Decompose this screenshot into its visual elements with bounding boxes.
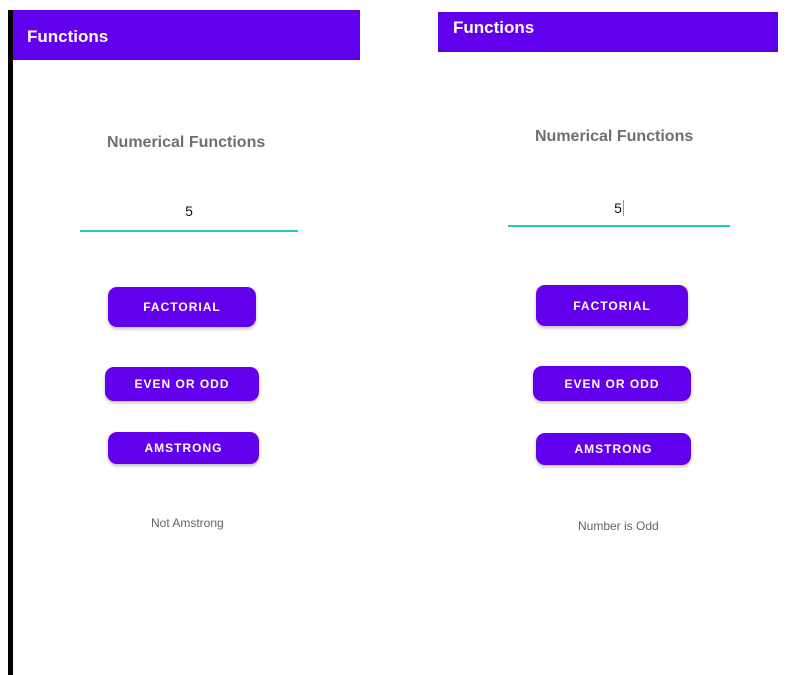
app-title: Functions — [27, 27, 109, 46]
number-input[interactable]: 5 — [80, 203, 298, 232]
page-heading: Numerical Functions — [107, 134, 266, 151]
result-text: Number is Odd — [578, 519, 659, 533]
app-title: Functions — [453, 18, 535, 37]
app-bar: Functions — [438, 12, 778, 52]
number-input-value: 5 — [614, 200, 622, 216]
number-input-value: 5 — [185, 203, 193, 219]
factorial-button[interactable]: FACTORIAL — [536, 285, 688, 326]
number-input[interactable]: 5 — [508, 200, 730, 227]
amstrong-button[interactable]: AMSTRONG — [536, 433, 691, 465]
text-cursor — [622, 200, 624, 216]
factorial-button[interactable]: FACTORIAL — [108, 287, 256, 327]
result-text: Not Amstrong — [151, 516, 224, 530]
app-bar: Functions — [13, 10, 360, 60]
amstrong-button[interactable]: AMSTRONG — [108, 432, 259, 464]
page-heading: Numerical Functions — [535, 128, 694, 145]
screen-left: Functions Numerical Functions 5 FACTORIA… — [13, 10, 360, 675]
even-or-odd-button[interactable]: EVEN OR ODD — [105, 367, 259, 401]
even-or-odd-button[interactable]: EVEN OR ODD — [533, 366, 691, 401]
screen-right: Functions Numerical Functions 5 FACTORIA… — [438, 12, 778, 675]
